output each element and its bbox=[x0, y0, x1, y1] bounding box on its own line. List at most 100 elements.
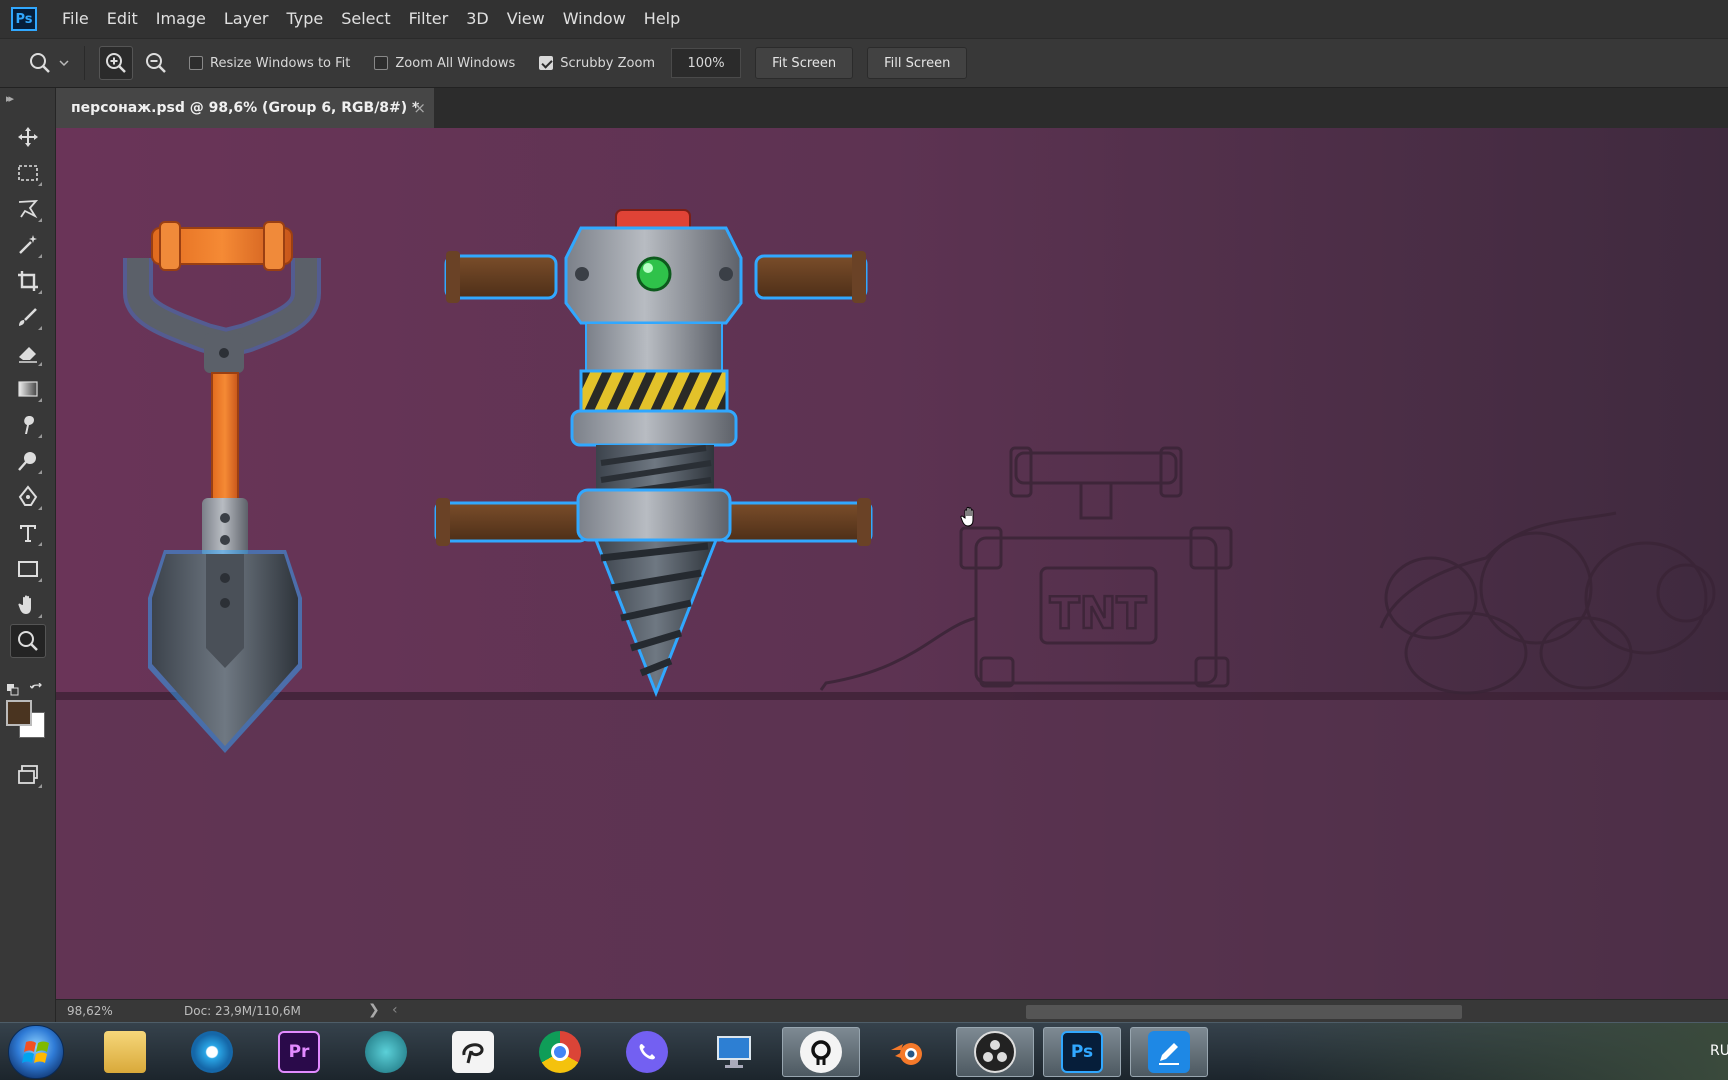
menu-select[interactable]: Select bbox=[332, 0, 399, 38]
gradient-tool[interactable] bbox=[10, 372, 46, 406]
eraser-tool[interactable] bbox=[10, 336, 46, 370]
screen-mode-button[interactable] bbox=[10, 758, 46, 792]
eraser-icon bbox=[19, 347, 37, 363]
document-tab[interactable]: персонаж.psd @ 98,6% (Group 6, RGB/8#) *… bbox=[56, 88, 434, 128]
folder-icon bbox=[104, 1031, 146, 1073]
rectangle-icon bbox=[18, 561, 38, 577]
document-tab-bar: персонаж.psd @ 98,6% (Group 6, RGB/8#) *… bbox=[56, 88, 1728, 128]
rectangle-tool[interactable] bbox=[10, 552, 46, 586]
hand-icon bbox=[18, 595, 31, 614]
zoom-in-icon bbox=[106, 53, 126, 73]
photoshop-logo[interactable]: Ps bbox=[11, 7, 37, 31]
windows-start-button[interactable] bbox=[8, 1025, 64, 1079]
photoshop-icon: Ps bbox=[1061, 1031, 1103, 1073]
remote-desktop-button[interactable] bbox=[695, 1027, 773, 1077]
obs-studio-icon bbox=[974, 1031, 1016, 1073]
premiere-pro-button[interactable]: Pr bbox=[260, 1027, 338, 1077]
hand-tool[interactable] bbox=[10, 588, 46, 622]
options-bar: Resize Windows to Fit Zoom All Windows S… bbox=[0, 38, 1728, 88]
zoom-in-button[interactable] bbox=[99, 46, 133, 80]
tool-preset-picker[interactable] bbox=[28, 51, 78, 75]
obs-studio-button[interactable] bbox=[956, 1027, 1034, 1077]
taskbar-tray-area bbox=[1248, 1023, 1728, 1080]
menu-file[interactable]: File bbox=[53, 0, 98, 38]
menu-3d[interactable]: 3D bbox=[457, 0, 498, 38]
zoom-out-button[interactable] bbox=[139, 46, 173, 80]
camera-app-button[interactable] bbox=[173, 1027, 251, 1077]
premiere-pro-icon: Pr bbox=[278, 1031, 320, 1073]
blender-button[interactable] bbox=[869, 1027, 947, 1077]
fill-screen-button[interactable]: Fill Screen bbox=[867, 47, 968, 79]
status-menu-arrow-icon[interactable]: ❯ bbox=[368, 1002, 380, 1018]
move-icon bbox=[18, 127, 38, 147]
brush-tool[interactable] bbox=[10, 300, 46, 334]
zoom-tool[interactable] bbox=[10, 624, 46, 658]
photoshop-taskbar-button[interactable]: Ps bbox=[1043, 1027, 1121, 1077]
clip-studio-icon bbox=[452, 1031, 494, 1073]
krita-app-icon bbox=[800, 1031, 842, 1073]
rectangular-marquee-tool[interactable] bbox=[10, 156, 46, 190]
status-bar: 98,62% Doc: 23,9M/110,6M ❯ ‹ bbox=[56, 999, 1728, 1022]
crop-icon bbox=[18, 271, 38, 291]
brush-icon bbox=[19, 308, 37, 326]
zoom-out-icon bbox=[146, 53, 166, 73]
chrome-button[interactable] bbox=[521, 1027, 599, 1077]
clip-studio-button[interactable] bbox=[434, 1027, 512, 1077]
chevron-down-icon bbox=[59, 60, 69, 67]
document-size: Doc: 23,9M/110,6M bbox=[184, 1004, 301, 1018]
audio-app-button[interactable] bbox=[347, 1027, 425, 1077]
menu-edit[interactable]: Edit bbox=[98, 0, 147, 38]
menu-window[interactable]: Window bbox=[554, 0, 635, 38]
move-tool[interactable] bbox=[10, 120, 46, 154]
krita-app-button[interactable] bbox=[782, 1027, 860, 1077]
zoom-all-windows-checkbox[interactable] bbox=[374, 56, 389, 70]
chrome-icon bbox=[539, 1031, 581, 1073]
tools-panel: ▸▸ bbox=[0, 88, 56, 1022]
menu-help[interactable]: Help bbox=[635, 0, 689, 38]
document-title: персонаж.psd @ 98,6% (Group 6, RGB/8#) * bbox=[71, 100, 420, 116]
fit-screen-button[interactable]: Fit Screen bbox=[755, 47, 854, 79]
canvas-area[interactable]: TNT bbox=[56, 128, 1728, 999]
audio-app-icon bbox=[365, 1031, 407, 1073]
type-tool[interactable] bbox=[10, 516, 46, 550]
file-explorer-button[interactable] bbox=[86, 1027, 164, 1077]
foreground-color[interactable] bbox=[6, 700, 32, 726]
smudge-tool[interactable] bbox=[10, 408, 46, 442]
lasso-icon bbox=[18, 199, 39, 219]
zoom-level[interactable]: 98,62% bbox=[67, 1004, 113, 1018]
collapse-panel-icon[interactable]: ▸▸ bbox=[6, 92, 14, 105]
zoom-tool-icon bbox=[18, 631, 38, 651]
language-indicator[interactable]: RU bbox=[1710, 1043, 1728, 1059]
menu-type[interactable]: Type bbox=[277, 0, 332, 38]
document-canvas[interactable]: TNT bbox=[56, 128, 1728, 999]
polygonal-lasso-tool[interactable] bbox=[10, 192, 46, 226]
menu-image[interactable]: Image bbox=[147, 0, 215, 38]
type-icon bbox=[20, 525, 36, 542]
viber-button[interactable] bbox=[608, 1027, 686, 1077]
ground bbox=[56, 700, 1728, 999]
tnt-label: TNT bbox=[1050, 588, 1147, 639]
scrubby-zoom-checkbox[interactable] bbox=[539, 56, 554, 70]
menu-bar: Ps File Edit Image Layer Type Select Fil… bbox=[0, 0, 1728, 38]
menu-layer[interactable]: Layer bbox=[215, 0, 278, 38]
close-tab-icon[interactable]: × bbox=[413, 99, 426, 117]
menu-view[interactable]: View bbox=[498, 0, 554, 38]
zoom-icon bbox=[30, 53, 50, 73]
blender-icon bbox=[887, 1031, 929, 1073]
crop-tool[interactable] bbox=[10, 264, 46, 298]
menu-filter[interactable]: Filter bbox=[400, 0, 458, 38]
zoom-100-button[interactable]: 100% bbox=[671, 48, 742, 78]
screen-mode-icon bbox=[18, 765, 38, 784]
sketchbook-button[interactable] bbox=[1130, 1027, 1208, 1077]
resize-windows-option[interactable]: Resize Windows to Fit bbox=[189, 56, 350, 71]
horizontal-scrollbar[interactable] bbox=[1026, 1005, 1462, 1019]
zoom-all-windows-option[interactable]: Zoom All Windows bbox=[374, 56, 515, 71]
scroll-left-arrow-icon[interactable]: ‹ bbox=[392, 1002, 398, 1018]
resize-windows-checkbox[interactable] bbox=[189, 56, 203, 70]
pen-tool[interactable] bbox=[10, 480, 46, 514]
dodge-tool[interactable] bbox=[10, 444, 46, 478]
scrubby-zoom-option[interactable]: Scrubby Zoom bbox=[539, 56, 655, 71]
magic-wand-tool[interactable] bbox=[10, 228, 46, 262]
magic-wand-icon bbox=[19, 235, 37, 254]
smudge-icon bbox=[24, 416, 34, 434]
